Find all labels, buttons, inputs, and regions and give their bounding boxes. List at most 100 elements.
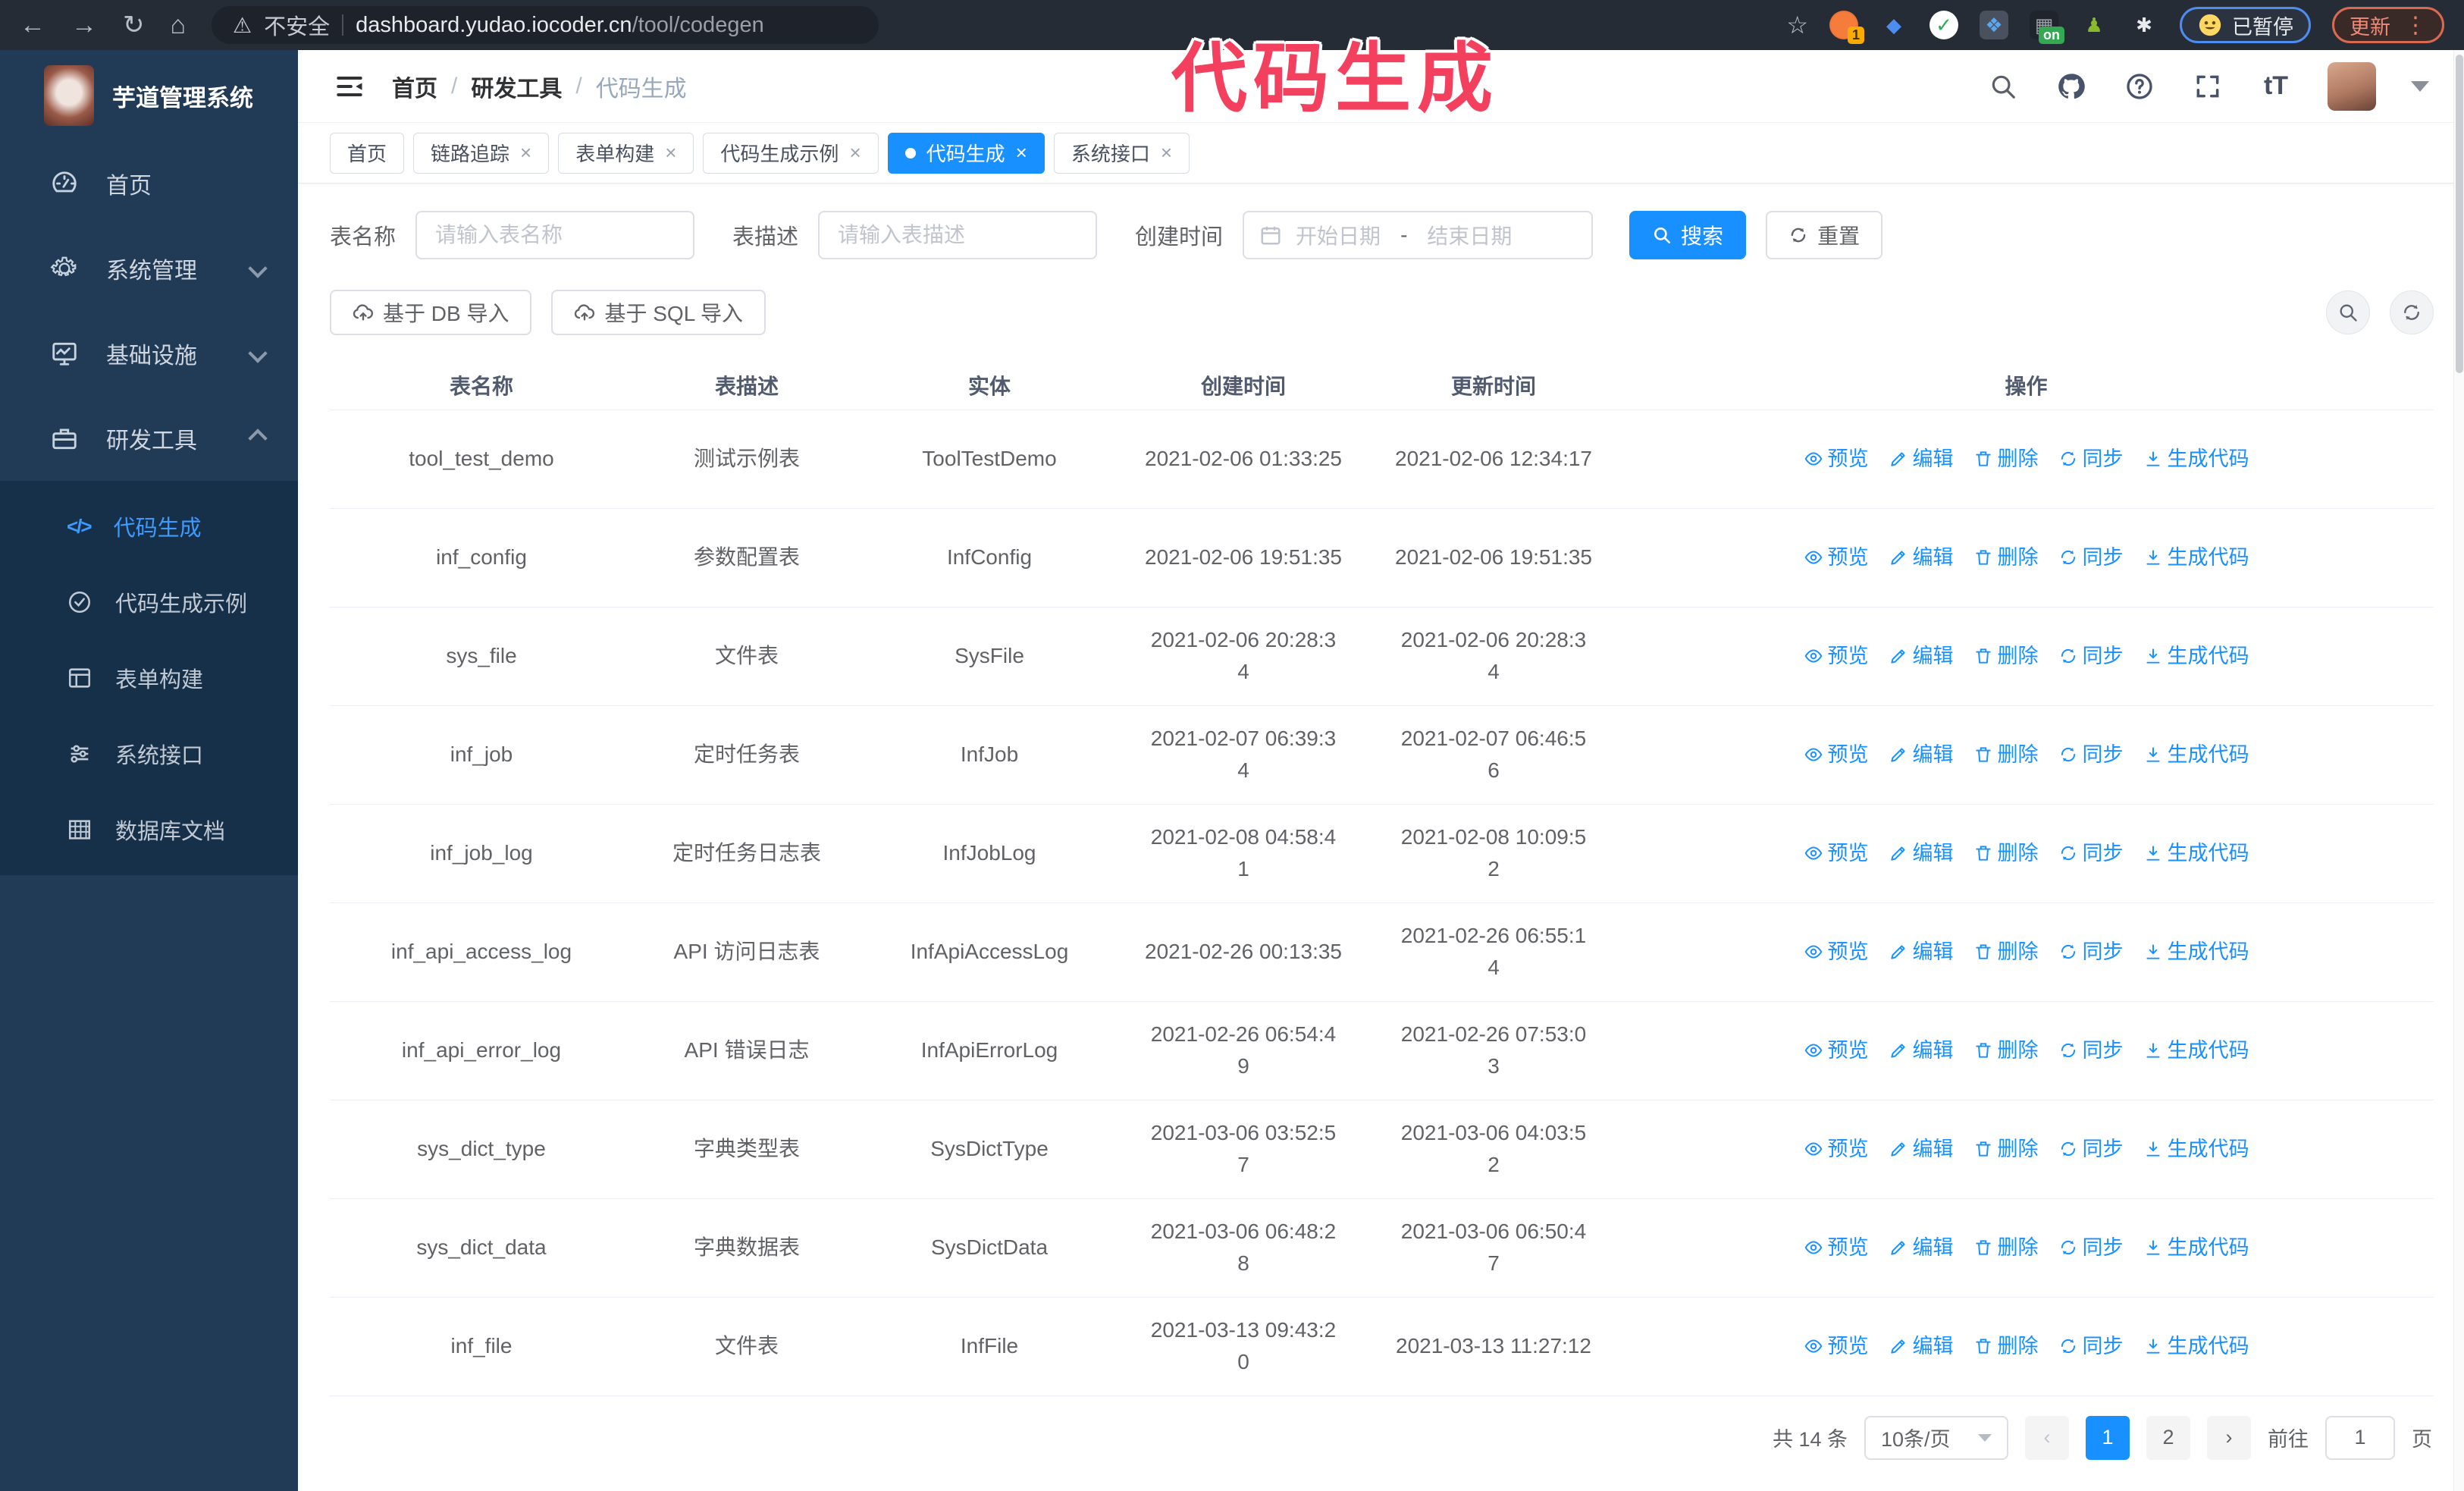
edit-link[interactable]: 编辑 [1889, 1330, 1954, 1362]
tab-tracing[interactable]: 链路追踪 × [413, 132, 550, 174]
preview-link[interactable]: 预览 [1804, 1232, 1869, 1263]
import-sql-button[interactable]: 基于 SQL 导入 [551, 290, 766, 335]
edit-link[interactable]: 编辑 [1889, 1133, 1954, 1165]
edit-link[interactable]: 编辑 [1889, 739, 1954, 771]
sidebar-item-system[interactable]: 系统管理 [0, 226, 298, 311]
update-button[interactable]: 更新 ⋮ [2332, 7, 2444, 43]
generate-code-link[interactable]: 生成代码 [2143, 837, 2249, 869]
extensions-puzzle-icon[interactable]: ✱ [2130, 11, 2158, 39]
reload-icon[interactable]: ↻ [123, 10, 145, 40]
next-page-button[interactable]: › [2207, 1415, 2251, 1460]
sync-link[interactable]: 同步 [2058, 443, 2124, 475]
close-icon[interactable]: × [849, 141, 861, 165]
close-icon[interactable]: × [1161, 141, 1172, 165]
home-icon[interactable]: ⌂ [171, 11, 187, 40]
tab-codegen[interactable]: 代码生成 × [887, 132, 1045, 174]
date-range-input[interactable]: 开始日期 - 结束日期 [1243, 211, 1594, 259]
sync-link[interactable]: 同步 [2058, 739, 2124, 771]
delete-link[interactable]: 删除 [1973, 443, 2039, 475]
delete-link[interactable]: 删除 [1973, 1232, 2039, 1263]
edit-link[interactable]: 编辑 [1889, 1232, 1954, 1263]
delete-link[interactable]: 删除 [1973, 739, 2039, 771]
generate-code-link[interactable]: 生成代码 [2143, 443, 2249, 475]
sync-link[interactable]: 同步 [2058, 1133, 2124, 1165]
edit-link[interactable]: 编辑 [1889, 443, 1954, 475]
extension-on-icon[interactable]: ▦ on [2030, 11, 2064, 44]
preview-link[interactable]: 预览 [1804, 640, 1869, 672]
preview-link[interactable]: 预览 [1804, 1330, 1869, 1362]
search-icon[interactable] [1986, 70, 2020, 103]
prev-page-button[interactable]: ‹ [2025, 1415, 2069, 1460]
generate-code-link[interactable]: 生成代码 [2143, 739, 2249, 771]
address-bar[interactable]: ⚠ 不安全 dashboard.yudao.iocoder.cn/tool/co… [212, 6, 879, 44]
page-2-button[interactable]: 2 [2146, 1415, 2190, 1460]
generate-code-link[interactable]: 生成代码 [2143, 936, 2249, 968]
extension-gem-icon[interactable]: ◆ [1879, 11, 1908, 39]
sidebar-item-system-api[interactable]: 系统接口 [0, 716, 298, 792]
breadcrumb-home[interactable]: 首页 [392, 70, 437, 103]
delete-link[interactable]: 删除 [1973, 1133, 2039, 1165]
sidebar-item-devtools[interactable]: 研发工具 [0, 396, 298, 481]
edit-link[interactable]: 编辑 [1889, 640, 1954, 672]
breadcrumb-devtools[interactable]: 研发工具 [471, 70, 562, 103]
bookmark-star-icon[interactable]: ☆ [1786, 11, 1808, 39]
extension-grid-icon[interactable]: ❖ [1980, 11, 2008, 39]
toggle-search-button[interactable] [2326, 290, 2370, 334]
delete-link[interactable]: 删除 [1973, 837, 2039, 869]
tab-home[interactable]: 首页 [330, 132, 405, 174]
edit-link[interactable]: 编辑 [1889, 1034, 1954, 1066]
scrollbar[interactable] [2453, 50, 2464, 1491]
generate-code-link[interactable]: 生成代码 [2143, 1034, 2249, 1066]
edit-link[interactable]: 编辑 [1889, 837, 1954, 869]
help-icon[interactable] [2123, 70, 2156, 103]
sync-link[interactable]: 同步 [2058, 640, 2124, 672]
tab-system-api[interactable]: 系统接口 × [1053, 132, 1190, 174]
generate-code-link[interactable]: 生成代码 [2143, 1232, 2249, 1263]
preview-link[interactable]: 预览 [1804, 1034, 1869, 1066]
refresh-table-button[interactable] [2390, 290, 2434, 334]
preview-link[interactable]: 预览 [1804, 541, 1869, 573]
delete-link[interactable]: 删除 [1973, 1034, 2039, 1066]
preview-link[interactable]: 预览 [1804, 739, 1869, 771]
table-desc-input[interactable] [818, 211, 1098, 259]
close-icon[interactable]: × [1016, 141, 1027, 165]
extension-check-icon[interactable]: ✓ [1930, 11, 1958, 39]
generate-code-link[interactable]: 生成代码 [2143, 541, 2249, 573]
goto-page-input[interactable] [2325, 1415, 2395, 1460]
scrollbar-thumb[interactable] [2456, 55, 2463, 373]
tab-codegen-example[interactable]: 代码生成示例 × [703, 132, 879, 174]
generate-code-link[interactable]: 生成代码 [2143, 640, 2249, 672]
generate-code-link[interactable]: 生成代码 [2143, 1133, 2249, 1165]
preview-link[interactable]: 预览 [1804, 936, 1869, 968]
delete-link[interactable]: 删除 [1973, 541, 2039, 573]
delete-link[interactable]: 删除 [1973, 1330, 2039, 1362]
preview-link[interactable]: 预览 [1804, 837, 1869, 869]
sidebar-collapse-icon[interactable] [333, 70, 366, 103]
page-1-button[interactable]: 1 [2086, 1415, 2130, 1460]
edit-link[interactable]: 编辑 [1889, 936, 1954, 968]
browser-menu-icon[interactable]: ⋮ [2404, 12, 2427, 39]
extension-robot-icon[interactable]: ♟ [2080, 11, 2108, 39]
github-icon[interactable] [2055, 70, 2088, 103]
user-menu-caret-icon[interactable] [2411, 80, 2429, 92]
sidebar-item-home[interactable]: 首页 [0, 141, 298, 226]
reset-button[interactable]: 重置 [1766, 211, 1883, 259]
tab-form-builder[interactable]: 表单构建 × [558, 132, 694, 174]
import-db-button[interactable]: 基于 DB 导入 [330, 290, 532, 335]
user-avatar[interactable] [2328, 61, 2376, 111]
extension-orange-icon[interactable]: 1 [1829, 11, 1864, 44]
font-size-icon[interactable]: tT [2259, 70, 2293, 103]
sync-link[interactable]: 同步 [2058, 837, 2124, 869]
delete-link[interactable]: 删除 [1973, 640, 2039, 672]
sync-link[interactable]: 同步 [2058, 936, 2124, 968]
sync-link[interactable]: 同步 [2058, 541, 2124, 573]
edit-link[interactable]: 编辑 [1889, 541, 1954, 573]
sidebar-item-infra[interactable]: 基础设施 [0, 311, 298, 396]
close-icon[interactable]: × [520, 141, 531, 165]
sidebar-item-form-builder[interactable]: 表单构建 [0, 640, 298, 716]
table-name-input[interactable] [415, 211, 695, 259]
sync-link[interactable]: 同步 [2058, 1330, 2124, 1362]
logo[interactable]: 芋道管理系统 [0, 50, 298, 141]
sync-link[interactable]: 同步 [2058, 1034, 2124, 1066]
close-icon[interactable]: × [665, 141, 676, 165]
